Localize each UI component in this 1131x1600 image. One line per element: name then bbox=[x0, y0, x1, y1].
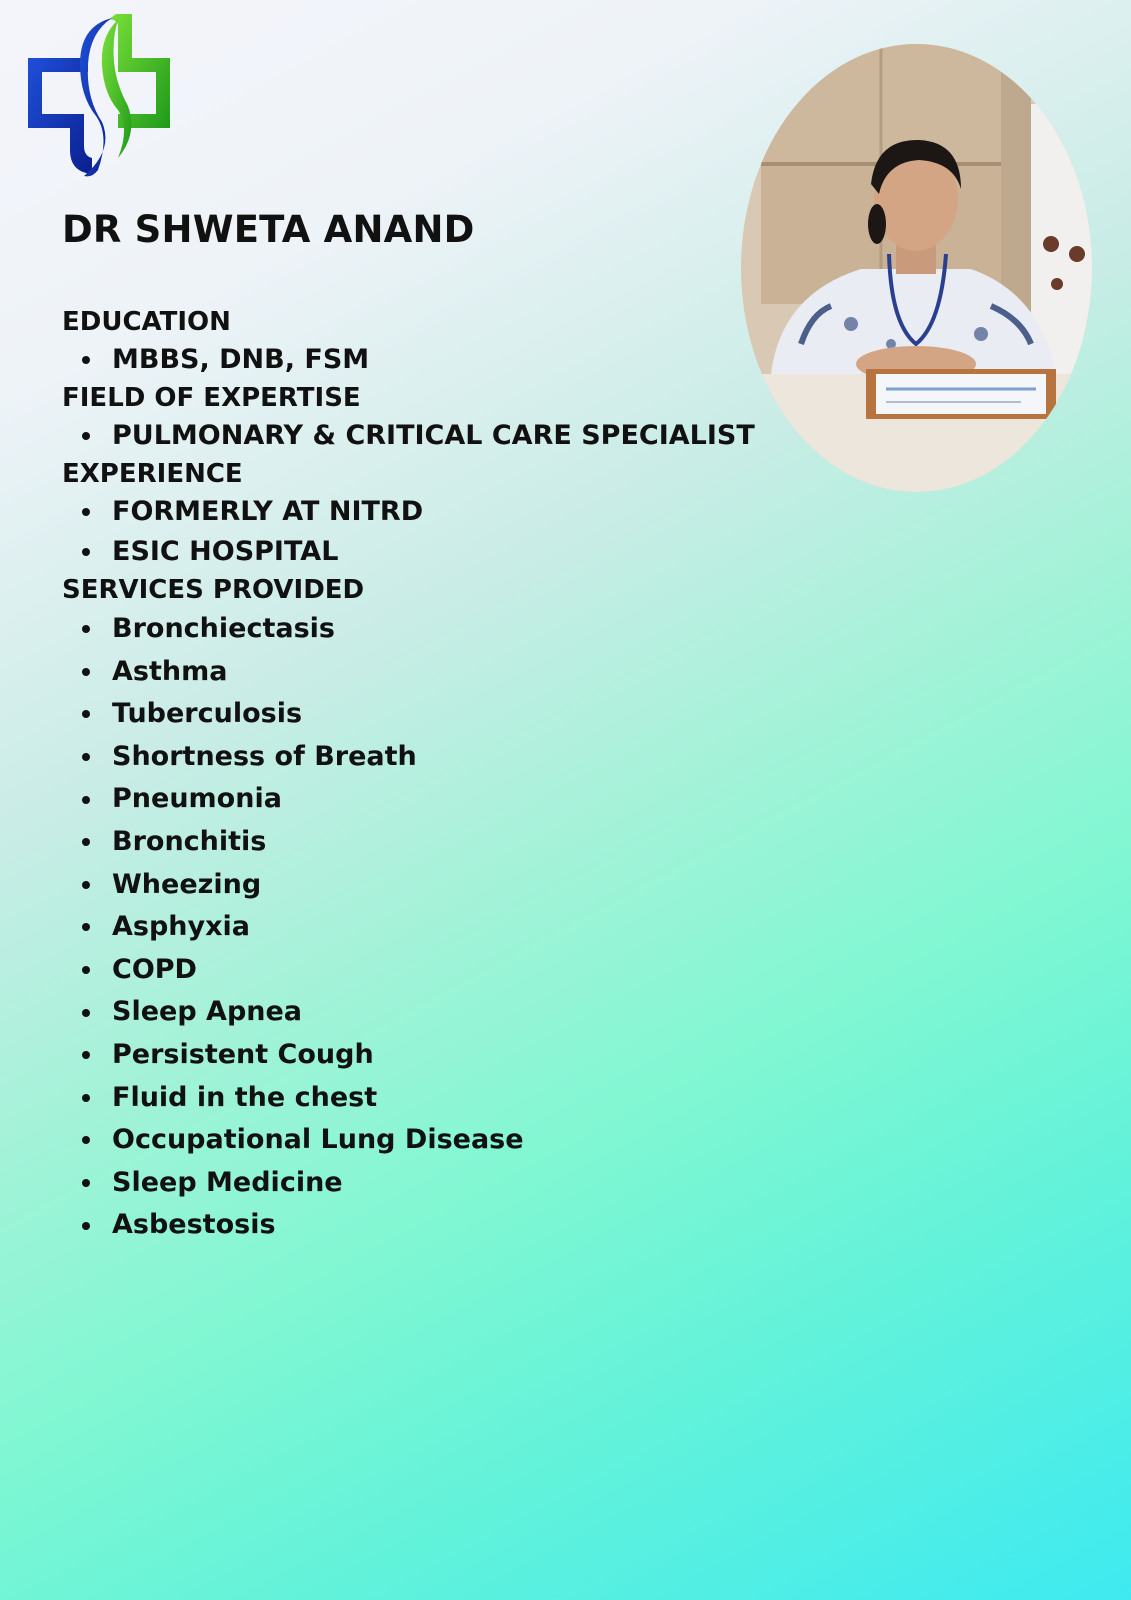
list-item: Bronchitis bbox=[82, 821, 742, 864]
list-item: Persistent Cough bbox=[82, 1034, 742, 1077]
list-item: Sleep Apnea bbox=[82, 991, 742, 1034]
list-item: Pneumonia bbox=[82, 778, 742, 821]
list-item: Bronchiectasis bbox=[82, 608, 742, 651]
list-item: Sleep Medicine bbox=[82, 1162, 742, 1205]
doctor-profile: DR SHWETA ANAND EDUCATION MBBS, DNB, FSM… bbox=[62, 204, 755, 1247]
education-list: MBBS, DNB, FSM bbox=[62, 340, 742, 380]
doctor-name: DR SHWETA ANAND bbox=[62, 208, 475, 251]
services-list: Bronchiectasis Asthma Tuberculosis Short… bbox=[62, 608, 742, 1247]
medical-cross-logo-icon bbox=[22, 10, 178, 182]
list-item: FORMERLY AT NITRD bbox=[82, 492, 742, 532]
list-item: Wheezing bbox=[82, 864, 742, 907]
list-item: Asbestosis bbox=[82, 1204, 742, 1247]
list-item: Shortness of Breath bbox=[82, 736, 742, 779]
experience-list: FORMERLY AT NITRD ESIC HOSPITAL bbox=[62, 492, 742, 572]
list-item: MBBS, DNB, FSM bbox=[82, 340, 742, 380]
list-item: ESIC HOSPITAL bbox=[82, 532, 742, 572]
list-item: COPD bbox=[82, 949, 742, 992]
education-heading: EDUCATION bbox=[62, 307, 231, 337]
list-item: Asphyxia bbox=[82, 906, 742, 949]
list-item: Fluid in the chest bbox=[82, 1077, 742, 1120]
experience-heading: EXPERIENCE bbox=[62, 459, 243, 489]
list-item: PULMONARY & CRITICAL CARE SPECIALIST bbox=[82, 416, 755, 456]
list-item: Tuberculosis bbox=[82, 693, 742, 736]
list-item: Occupational Lung Disease bbox=[82, 1119, 742, 1162]
services-heading: SERVICES PROVIDED bbox=[62, 575, 365, 605]
doctor-portrait bbox=[741, 44, 1092, 492]
field-list: PULMONARY & CRITICAL CARE SPECIALIST bbox=[62, 416, 755, 456]
list-item: Asthma bbox=[82, 651, 742, 694]
field-heading: FIELD OF EXPERTISE bbox=[62, 383, 361, 413]
